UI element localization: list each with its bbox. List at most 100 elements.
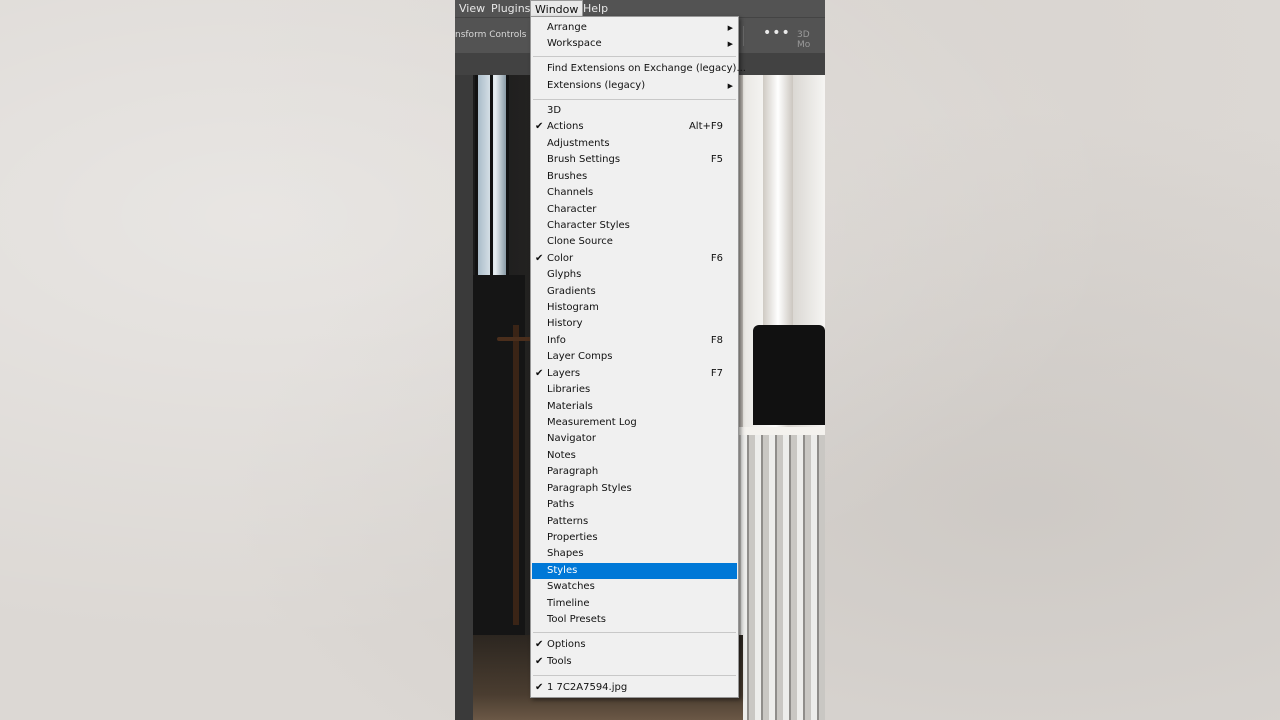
menu-item-histogram[interactable]: Histogram [532,300,737,316]
shortcut-label: F7 [710,367,723,379]
photo-counter [735,435,825,720]
menu-item-label: Info [547,334,566,346]
menu-item-extensions-legacy[interactable]: Extensions (legacy) ▶ [532,78,737,94]
menu-item-label: Paragraph [547,466,599,478]
menu-item-find-extensions-on-exchange-legacy[interactable]: Find Extensions on Exchange (legacy)... [532,61,746,77]
submenu-arrow-icon: ▶ [727,40,733,48]
window-menu-dropdown: Arrange ▶ Workspace ▶ Find Extensions on Exc… [530,16,746,698]
menu-item-1-7c2a7594-jpg[interactable]: ✔ 1 7C2A7594.jpg [532,680,737,696]
menu-view[interactable]: View [455,0,489,17]
menu-item-label: 3D [547,105,562,116]
photo-window [475,75,509,285]
menu-item-label: Paths [547,499,575,511]
menu-item-channels[interactable]: Channels [532,185,737,201]
checkmark-icon: ✔ [535,655,544,667]
menu-item-3d[interactable]: 3D [532,103,737,119]
menu-window[interactable]: Window [530,0,584,17]
menu-item-paragraph-styles[interactable]: Paragraph Styles [532,481,737,497]
menu-item-clone-source[interactable]: Clone Source [532,234,737,250]
menu-item-label: Styles [547,564,578,576]
menu-item-navigator[interactable]: Navigator [532,431,737,447]
menu-item-options[interactable]: ✔ Options [532,637,737,653]
menu-item-label: Options [547,639,586,650]
menu-item-layer-comps[interactable]: Layer Comps [532,349,737,365]
menu-separator [533,632,736,633]
menu-item-libraries[interactable]: Libraries [532,382,737,398]
menu-item-label: Find Extensions on Exchange (legacy)... [547,63,746,74]
menu-item-label: Notes [547,449,576,461]
menu-item-paths[interactable]: Paths [532,497,737,513]
menu-item-styles[interactable]: Styles [532,562,737,579]
menu-item-notes[interactable]: Notes [532,448,737,464]
transform-controls-label[interactable]: nsform Controls [455,30,526,40]
menu-item-label: Glyphs [547,269,582,281]
menu-item-label: Actions [547,121,584,133]
menu-item-gradients[interactable]: Gradients [532,284,737,300]
menu-separator [533,56,736,57]
shortcut-label: Alt+F9 [688,121,723,133]
shortcut-label: F5 [710,154,723,166]
checkmark-icon: ✔ [535,252,544,264]
menu-item-history[interactable]: History [532,316,737,332]
menu-item-label: Patterns [547,515,589,527]
submenu-arrow-icon: ▶ [727,24,733,32]
checkmark-icon: ✔ [535,121,544,133]
menu-item-info[interactable]: Info F8 [532,333,737,349]
menu-item-label: Tools [547,655,572,667]
menu-item-label: Adjustments [547,137,610,149]
menu-separator [533,99,736,100]
menu-item-properties[interactable]: Properties [532,530,737,546]
menu-item-swatches[interactable]: Swatches [532,579,737,595]
menu-item-label: Character Styles [547,219,630,231]
menu-plugins[interactable]: Plugins [487,0,534,17]
menu-item-materials[interactable]: Materials [532,399,737,415]
menu-item-label: Timeline [547,597,590,609]
menu-item-measurement-log[interactable]: Measurement Log [532,415,737,431]
menu-item-label: Color [547,252,574,264]
menu-item-label: Channels [547,187,594,199]
shortcut-label: F6 [710,252,723,264]
menu-item-label: Clone Source [547,236,613,248]
menu-item-adjustments[interactable]: Adjustments [532,136,737,152]
shortcut-label: F8 [710,334,723,346]
menu-item-label: Shapes [547,548,584,560]
photo-coat-rack [513,325,519,625]
menu-item-label: Layer Comps [547,351,613,363]
menu-item-label: Paragraph Styles [547,482,632,494]
menu-item-label: Measurement Log [547,416,637,428]
more-options-icon[interactable]: ••• [763,25,791,41]
menu-item-brushes[interactable]: Brushes [532,169,737,185]
menu-help[interactable]: Help [579,0,612,17]
menu-item-layers[interactable]: ✔ Layers F7 [532,366,737,382]
menu-item-label: 1 7C2A7594.jpg [547,682,628,693]
menu-item-tool-presets[interactable]: Tool Presets [532,612,737,628]
menu-item-brush-settings[interactable]: Brush Settings F5 [532,152,737,168]
menu-item-label: Gradients [547,285,596,297]
checkmark-icon: ✔ [535,682,544,693]
menu-item-glyphs[interactable]: Glyphs [532,267,737,283]
menu-item-label: Workspace [547,38,602,49]
menu-item-character-styles[interactable]: Character Styles [532,218,737,234]
menu-item-label: Swatches [547,581,595,593]
menu-item-workspace[interactable]: Workspace ▶ [532,36,737,52]
menu-item-character[interactable]: Character [532,202,737,218]
menu-item-actions[interactable]: ✔ Actions Alt+F9 [532,119,737,135]
menu-item-label: Properties [547,531,598,543]
menu-item-paragraph[interactable]: Paragraph [532,464,737,480]
checkmark-icon: ✔ [535,367,544,379]
menu-item-color[interactable]: ✔ Color F6 [532,251,737,267]
menu-item-label: Brush Settings [547,154,621,166]
photo-coffee-machine [753,325,825,425]
menu-item-shapes[interactable]: Shapes [532,546,737,562]
menu-item-patterns[interactable]: Patterns [532,514,737,530]
menu-separator [533,675,736,676]
menu-item-arrange[interactable]: Arrange ▶ [532,20,737,36]
menu-item-tools[interactable]: ✔ Tools [532,654,737,670]
3d-mode-label[interactable]: 3D Mo [797,30,825,50]
menu-item-label: Histogram [547,302,599,314]
menu-item-timeline[interactable]: Timeline [532,596,737,612]
menu-item-label: Brushes [547,170,588,182]
menu-item-label: Arrange [547,22,587,33]
menu-item-label: Tool Presets [547,614,606,626]
menu-item-label: Character [547,203,597,215]
